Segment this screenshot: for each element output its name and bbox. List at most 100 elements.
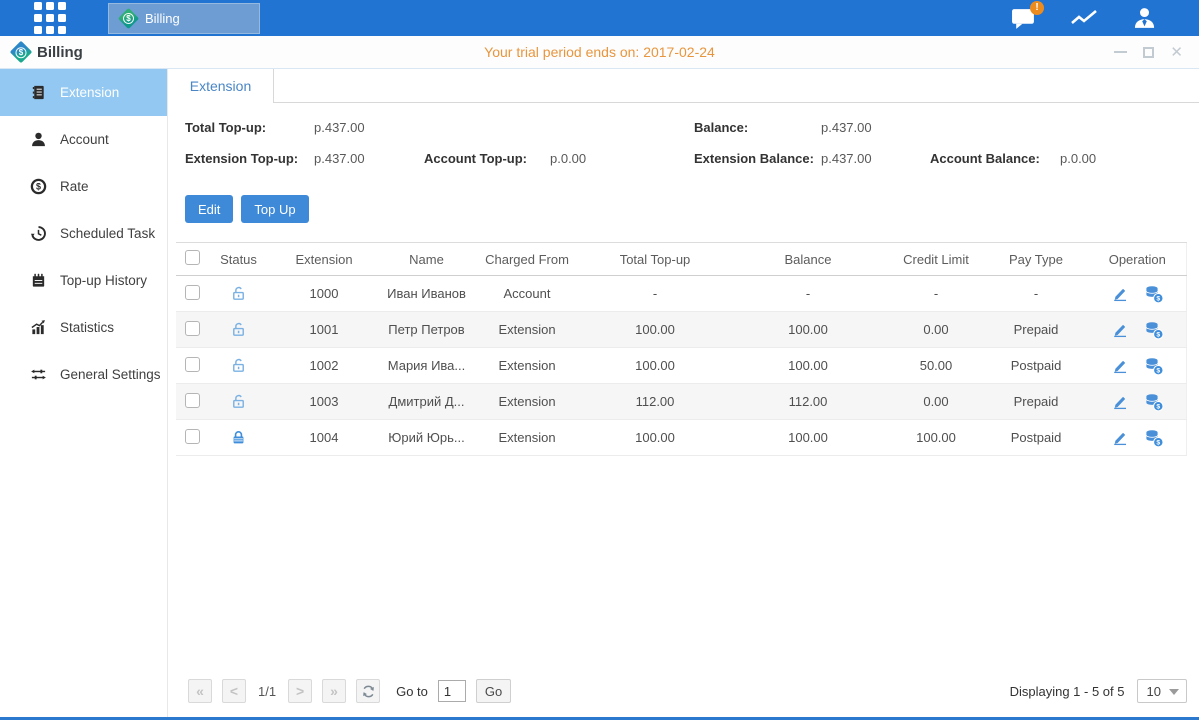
topbar-right-icons: ! [1011, 6, 1157, 31]
edit-row-icon[interactable] [1111, 357, 1129, 375]
trial-notice: Your trial period ends on: 2017-02-24 [0, 44, 1199, 60]
topup-row-icon[interactable]: $ [1144, 392, 1164, 412]
sliders-icon [30, 366, 47, 383]
prev-page-button[interactable]: < [222, 679, 246, 703]
sidebar-item-topup-history[interactable]: Top-up History [0, 257, 167, 304]
last-page-button[interactable]: » [322, 679, 346, 703]
account-balance-label: Account Balance: [930, 149, 1060, 169]
tab-extension[interactable]: Extension [168, 69, 274, 103]
table-row: 1003 Дмитрий Д... Extension 112.00 112.0… [176, 384, 1186, 420]
row-checkbox[interactable] [185, 393, 200, 408]
window-controls: ✕ [1114, 45, 1183, 60]
cell-credit-limit: 0.00 [889, 312, 983, 348]
svg-text:$: $ [1156, 331, 1160, 338]
messages-icon[interactable]: ! [1011, 7, 1036, 30]
main-content: Extension Total Top-up: p.437.00 Balance… [168, 69, 1199, 717]
person-icon [30, 131, 47, 148]
close-button[interactable]: ✕ [1170, 45, 1183, 60]
edit-row-icon[interactable] [1111, 393, 1129, 411]
cell-pay-type: Postpaid [983, 348, 1089, 384]
locked-icon [230, 429, 247, 446]
top-up-button[interactable]: Top Up [241, 195, 308, 223]
sidebar-item-label: Account [60, 132, 109, 147]
row-checkbox[interactable] [185, 285, 200, 300]
table-row: 1001 Петр Петров Extension 100.00 100.00… [176, 312, 1186, 348]
cell-credit-limit: 0.00 [889, 384, 983, 420]
sidebar-item-label: General Settings [60, 367, 161, 382]
cell-credit-limit: - [889, 276, 983, 312]
cell-charged-from: Account [471, 276, 583, 312]
sidebar-item-general-settings[interactable]: General Settings [0, 351, 167, 398]
sidebar-item-label: Scheduled Task [60, 226, 155, 241]
user-profile-icon[interactable] [1132, 6, 1157, 31]
cell-charged-from: Extension [471, 348, 583, 384]
row-checkbox[interactable] [185, 429, 200, 444]
goto-page-input[interactable] [438, 680, 466, 702]
sidebar-item-rate[interactable]: $ Rate [0, 163, 167, 210]
topup-row-icon[interactable]: $ [1144, 320, 1164, 340]
cell-total-topup: 100.00 [583, 312, 727, 348]
account-topup-label: Account Top-up: [424, 149, 550, 169]
refresh-button[interactable] [356, 679, 380, 703]
cell-extension: 1000 [266, 276, 382, 312]
edit-row-icon[interactable] [1111, 285, 1129, 303]
cell-credit-limit: 100.00 [889, 420, 983, 456]
total-topup-label: Total Top-up: [185, 118, 314, 138]
activity-chart-icon[interactable] [1070, 7, 1098, 29]
go-button[interactable]: Go [476, 679, 511, 703]
cell-charged-from: Extension [471, 312, 583, 348]
bar-chart-icon [30, 319, 47, 336]
cell-name: Петр Петров [382, 312, 471, 348]
page-indicator: 1/1 [256, 684, 278, 699]
edit-row-icon[interactable] [1111, 321, 1129, 339]
sidebar-item-label: Top-up History [60, 273, 147, 288]
extensions-table: Status Extension Name Charged From Total… [176, 242, 1187, 456]
topup-row-icon[interactable]: $ [1144, 284, 1164, 304]
col-credit-limit: Credit Limit [889, 243, 983, 276]
cell-pay-type: Prepaid [983, 384, 1089, 420]
col-charged-from: Charged From [471, 243, 583, 276]
maximize-button[interactable] [1143, 47, 1154, 58]
window-title-text: Billing [37, 44, 83, 61]
minimize-button[interactable] [1114, 51, 1127, 53]
col-extension: Extension [266, 243, 382, 276]
row-checkbox[interactable] [185, 357, 200, 372]
chevron-down-icon [1169, 689, 1179, 695]
sidebar-item-statistics[interactable]: Statistics [0, 304, 167, 351]
page-size-select[interactable]: 10 [1137, 679, 1187, 703]
svg-text:$: $ [1156, 403, 1160, 410]
taskbar-item-billing[interactable]: $ Billing [108, 3, 260, 34]
cell-balance: - [727, 276, 889, 312]
cell-extension: 1004 [266, 420, 382, 456]
account-topup-value: p.0.00 [550, 149, 694, 169]
sidebar-item-scheduled-task[interactable]: Scheduled Task [0, 210, 167, 257]
cell-balance: 100.00 [727, 312, 889, 348]
cell-extension: 1003 [266, 384, 382, 420]
topup-row-icon[interactable]: $ [1144, 428, 1164, 448]
window-header: $ Billing Your trial period ends on: 201… [0, 36, 1199, 69]
cell-balance: 112.00 [727, 384, 889, 420]
select-all-checkbox[interactable] [185, 250, 200, 265]
unlocked-icon [230, 285, 247, 302]
sidebar-item-account[interactable]: Account [0, 116, 167, 163]
cell-name: Юрий Юрь... [382, 420, 471, 456]
balance-label: Balance: [694, 118, 821, 138]
col-name: Name [382, 243, 471, 276]
balance-value: p.437.00 [821, 118, 930, 138]
first-page-button[interactable]: « [188, 679, 212, 703]
edit-row-icon[interactable] [1111, 429, 1129, 447]
sidebar-item-label: Rate [60, 179, 89, 194]
topup-row-icon[interactable]: $ [1144, 356, 1164, 376]
cell-total-topup: 112.00 [583, 384, 727, 420]
sidebar: Extension Account $ Rate [0, 69, 168, 717]
apps-grid-icon[interactable] [34, 2, 66, 34]
row-checkbox[interactable] [185, 321, 200, 336]
billing-app-icon: $ [118, 7, 139, 28]
svg-text:$: $ [36, 182, 41, 192]
sidebar-item-extension[interactable]: Extension [0, 69, 167, 116]
cell-total-topup: 100.00 [583, 420, 727, 456]
edit-button[interactable]: Edit [185, 195, 233, 223]
col-total-topup: Total Top-up [583, 243, 727, 276]
next-page-button[interactable]: > [288, 679, 312, 703]
cell-balance: 100.00 [727, 420, 889, 456]
